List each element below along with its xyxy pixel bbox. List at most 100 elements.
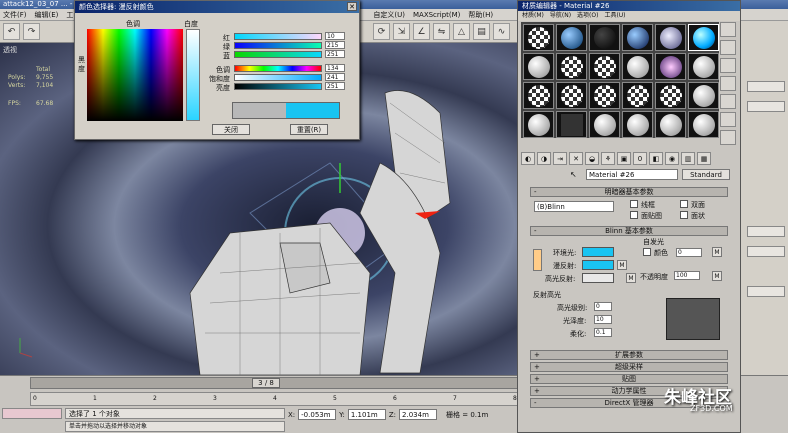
make-copy-icon[interactable]: ◒ bbox=[585, 152, 599, 165]
opacity-value[interactable]: 100 bbox=[674, 271, 700, 280]
time-slider-thumb[interactable]: 3 / 8 bbox=[252, 378, 280, 388]
sample-slot[interactable] bbox=[523, 111, 554, 138]
command-panel-button[interactable] bbox=[747, 286, 785, 297]
saturation-value[interactable]: 241 bbox=[325, 73, 345, 81]
options-icon[interactable] bbox=[720, 130, 736, 145]
value-value[interactable]: 251 bbox=[325, 82, 345, 90]
sample-slot[interactable] bbox=[688, 111, 719, 138]
pick-material-icon[interactable]: ↖ bbox=[570, 170, 577, 179]
sample-slot-active[interactable] bbox=[688, 24, 719, 51]
face-map-checkbox[interactable] bbox=[630, 211, 638, 219]
put-to-scene-icon[interactable]: ◑ bbox=[537, 152, 551, 165]
soften-value[interactable]: 0.1 bbox=[594, 328, 612, 337]
frame-ruler[interactable]: 0 1 2 3 4 5 6 7 8 bbox=[30, 392, 530, 406]
green-value[interactable]: 215 bbox=[325, 41, 345, 49]
menu-maxscript[interactable]: MAXScript(M) bbox=[413, 11, 460, 19]
sample-slot[interactable] bbox=[655, 24, 686, 51]
self-illum-color-checkbox[interactable] bbox=[643, 248, 651, 256]
x-coord-field[interactable]: -0.053m bbox=[298, 409, 337, 420]
menu-tools[interactable]: 工 bbox=[66, 10, 73, 20]
menu-file[interactable]: 文件(F) bbox=[3, 10, 27, 20]
two-sided-checkbox[interactable] bbox=[680, 200, 688, 208]
scale-icon[interactable]: ⇲ bbox=[393, 23, 410, 40]
align-icon[interactable]: △ bbox=[453, 23, 470, 40]
snap-icon[interactable]: ∠ bbox=[413, 23, 430, 40]
sample-slot[interactable] bbox=[556, 111, 587, 138]
shader-dropdown[interactable]: (B)Blinn bbox=[534, 201, 614, 212]
color-dialog-titlebar[interactable]: 颜色选择器: 漫反射颜色 ✕ bbox=[75, 1, 359, 13]
me-menu-material[interactable]: 材质(M) bbox=[522, 11, 544, 21]
blue-slider[interactable] bbox=[234, 51, 322, 58]
sample-slot[interactable] bbox=[688, 82, 719, 109]
sample-slot[interactable] bbox=[589, 53, 620, 80]
y-coord-field[interactable]: 1.101m bbox=[347, 409, 386, 420]
material-name-field[interactable]: Material #26 bbox=[586, 169, 678, 180]
time-slider-track[interactable] bbox=[30, 377, 530, 389]
sample-slot[interactable] bbox=[655, 111, 686, 138]
specular-color-swatch[interactable] bbox=[582, 273, 614, 283]
sample-slot[interactable] bbox=[589, 82, 620, 109]
sample-slot[interactable] bbox=[622, 111, 653, 138]
sample-slot[interactable] bbox=[655, 82, 686, 109]
me-menu-utilities[interactable]: 工具(U) bbox=[604, 11, 625, 21]
saturation-slider[interactable] bbox=[234, 74, 322, 81]
diffuse-map-button[interactable]: M bbox=[617, 260, 627, 270]
command-panel-button[interactable] bbox=[747, 101, 785, 112]
z-coord-field[interactable]: 2.034m bbox=[399, 409, 438, 420]
me-menu-options[interactable]: 选项(O) bbox=[577, 11, 598, 21]
menu-help[interactable]: 帮助(H) bbox=[468, 10, 493, 20]
specular-map-button[interactable]: M bbox=[626, 273, 636, 283]
faceted-checkbox[interactable] bbox=[680, 211, 688, 219]
sample-slot[interactable] bbox=[622, 24, 653, 51]
red-value[interactable]: 10 bbox=[325, 32, 345, 40]
uv-tiling-icon[interactable] bbox=[720, 76, 736, 91]
show-map-icon[interactable]: ◧ bbox=[649, 152, 663, 165]
rotate-icon[interactable]: ⟳ bbox=[373, 23, 390, 40]
rollout-blinn-basic[interactable]: - Blinn 基本参数 bbox=[530, 226, 728, 236]
self-illum-map-button[interactable]: M bbox=[712, 247, 722, 257]
hue-slider[interactable] bbox=[234, 65, 322, 72]
redo-icon[interactable]: ↷ bbox=[23, 23, 40, 40]
value-slider[interactable] bbox=[234, 83, 322, 90]
self-illum-value[interactable]: 0 bbox=[676, 248, 702, 257]
command-panel-button[interactable] bbox=[747, 246, 785, 257]
undo-icon[interactable]: ↶ bbox=[3, 23, 20, 40]
mirror-icon[interactable]: ⇋ bbox=[433, 23, 450, 40]
reset-button[interactable]: 重置(R) bbox=[290, 124, 328, 135]
sample-slot[interactable] bbox=[556, 53, 587, 80]
whiteness-bar[interactable] bbox=[186, 29, 200, 121]
me-menu-navigation[interactable]: 导航(N) bbox=[550, 11, 571, 21]
rollout-supersampling[interactable]: + 超级采样 bbox=[530, 362, 728, 372]
layer-icon[interactable]: ▤ bbox=[473, 23, 490, 40]
green-slider[interactable] bbox=[234, 42, 322, 49]
sample-type-icon[interactable] bbox=[720, 22, 736, 37]
maxscript-listener[interactable] bbox=[2, 408, 62, 419]
sample-slot[interactable] bbox=[523, 24, 554, 51]
hue-value[interactable]: 134 bbox=[325, 64, 345, 72]
command-panel-button[interactable] bbox=[747, 226, 785, 237]
sample-slot[interactable] bbox=[688, 53, 719, 80]
put-library-icon[interactable]: ▣ bbox=[617, 152, 631, 165]
material-id-icon[interactable]: 0 bbox=[633, 152, 647, 165]
go-parent-icon[interactable]: ▥ bbox=[681, 152, 695, 165]
command-panel-button[interactable] bbox=[747, 81, 785, 92]
sample-slot[interactable] bbox=[622, 82, 653, 109]
make-preview-icon[interactable] bbox=[720, 112, 736, 127]
material-editor-title[interactable]: 材质编辑器 - Material #26 bbox=[518, 1, 740, 11]
close-button[interactable]: 关闭 bbox=[212, 124, 250, 135]
backlight-icon[interactable] bbox=[720, 40, 736, 55]
ambient-color-swatch[interactable] bbox=[582, 247, 614, 257]
show-end-result-icon[interactable]: ◉ bbox=[665, 152, 679, 165]
hue-blackness-picker[interactable] bbox=[87, 29, 183, 121]
make-unique-icon[interactable]: ⚘ bbox=[601, 152, 615, 165]
video-check-icon[interactable] bbox=[720, 94, 736, 109]
material-type-button[interactable]: Standard bbox=[682, 169, 730, 180]
viewport-label[interactable]: 透视 bbox=[3, 45, 17, 55]
blue-value[interactable]: 251 bbox=[325, 50, 345, 58]
opacity-map-button[interactable]: M bbox=[712, 271, 722, 281]
sample-slot[interactable] bbox=[523, 53, 554, 80]
glossiness-value[interactable]: 10 bbox=[594, 315, 612, 324]
go-sibling-icon[interactable]: ▦ bbox=[697, 152, 711, 165]
sample-slot[interactable] bbox=[622, 53, 653, 80]
rollout-extended[interactable]: + 扩展参数 bbox=[530, 350, 728, 360]
